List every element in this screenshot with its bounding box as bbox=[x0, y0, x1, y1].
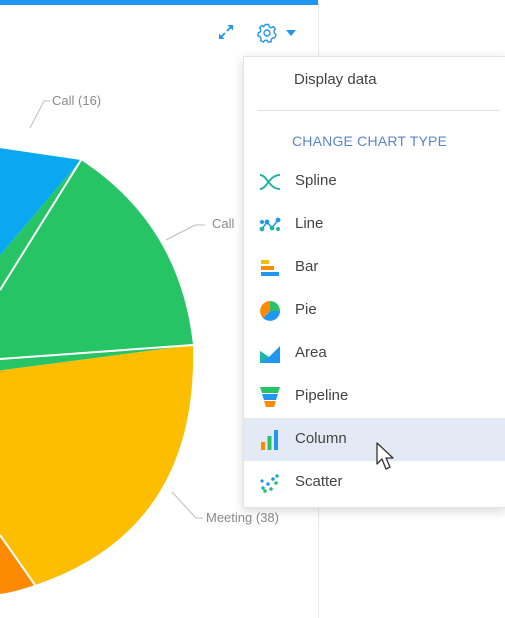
spline-icon bbox=[259, 174, 281, 190]
leader-line-meeting bbox=[171, 491, 203, 519]
menu-item-label: Scatter bbox=[295, 473, 343, 490]
scatter-icon bbox=[260, 474, 279, 493]
menu-item-area[interactable]: Area bbox=[244, 332, 505, 375]
menu-item-column[interactable]: Column bbox=[244, 418, 505, 461]
menu-item-scatter[interactable]: Scatter bbox=[244, 461, 505, 504]
leader-line-call bbox=[165, 224, 205, 241]
column-icon bbox=[261, 430, 278, 450]
menu-item-label: Pie bbox=[295, 301, 317, 318]
menu-item-spline[interactable]: Spline bbox=[244, 160, 505, 203]
menu-heading-change-chart-type: CHANGE CHART TYPE bbox=[292, 133, 448, 149]
menu-item-label: Bar bbox=[295, 258, 319, 275]
pie-slice-meeting-38[interactable] bbox=[0, 345, 194, 585]
expand-icon[interactable] bbox=[216, 22, 236, 42]
menu-item-label: Line bbox=[295, 215, 324, 232]
pie-label-call-16: Call (16) bbox=[52, 93, 102, 108]
caret-down-icon bbox=[286, 30, 296, 36]
menu-item-pie[interactable]: Pie bbox=[244, 289, 505, 332]
gear-icon bbox=[257, 23, 277, 43]
menu-item-label: Spline bbox=[295, 172, 337, 189]
menu-item-line[interactable]: Line bbox=[244, 203, 505, 246]
leader-line-call-16 bbox=[29, 100, 50, 129]
menu-item-display-data[interactable]: Display data bbox=[294, 71, 377, 88]
menu-item-pipeline[interactable]: Pipeline bbox=[244, 375, 505, 418]
line-icon bbox=[259, 217, 281, 232]
chart-settings-menu: Display data CHANGE CHART TYPE Spline Li… bbox=[243, 56, 505, 508]
bar-icon bbox=[261, 260, 279, 276]
pie-icon bbox=[260, 301, 280, 321]
chart-type-list: Spline Line Bar Pie Area Pipeline Column… bbox=[244, 160, 505, 504]
area-icon bbox=[260, 346, 280, 363]
pie-label-meeting-38: Meeting (38) bbox=[206, 510, 279, 525]
menu-divider bbox=[258, 110, 500, 111]
menu-item-label: Pipeline bbox=[295, 387, 349, 404]
menu-item-bar[interactable]: Bar bbox=[244, 246, 505, 289]
settings-button[interactable] bbox=[256, 22, 296, 44]
menu-item-label: Column bbox=[295, 430, 347, 447]
pie-label-call: Call bbox=[212, 216, 235, 231]
mouse-cursor-icon bbox=[376, 442, 394, 470]
pipeline-icon bbox=[260, 387, 280, 407]
menu-item-label: Area bbox=[295, 344, 327, 361]
